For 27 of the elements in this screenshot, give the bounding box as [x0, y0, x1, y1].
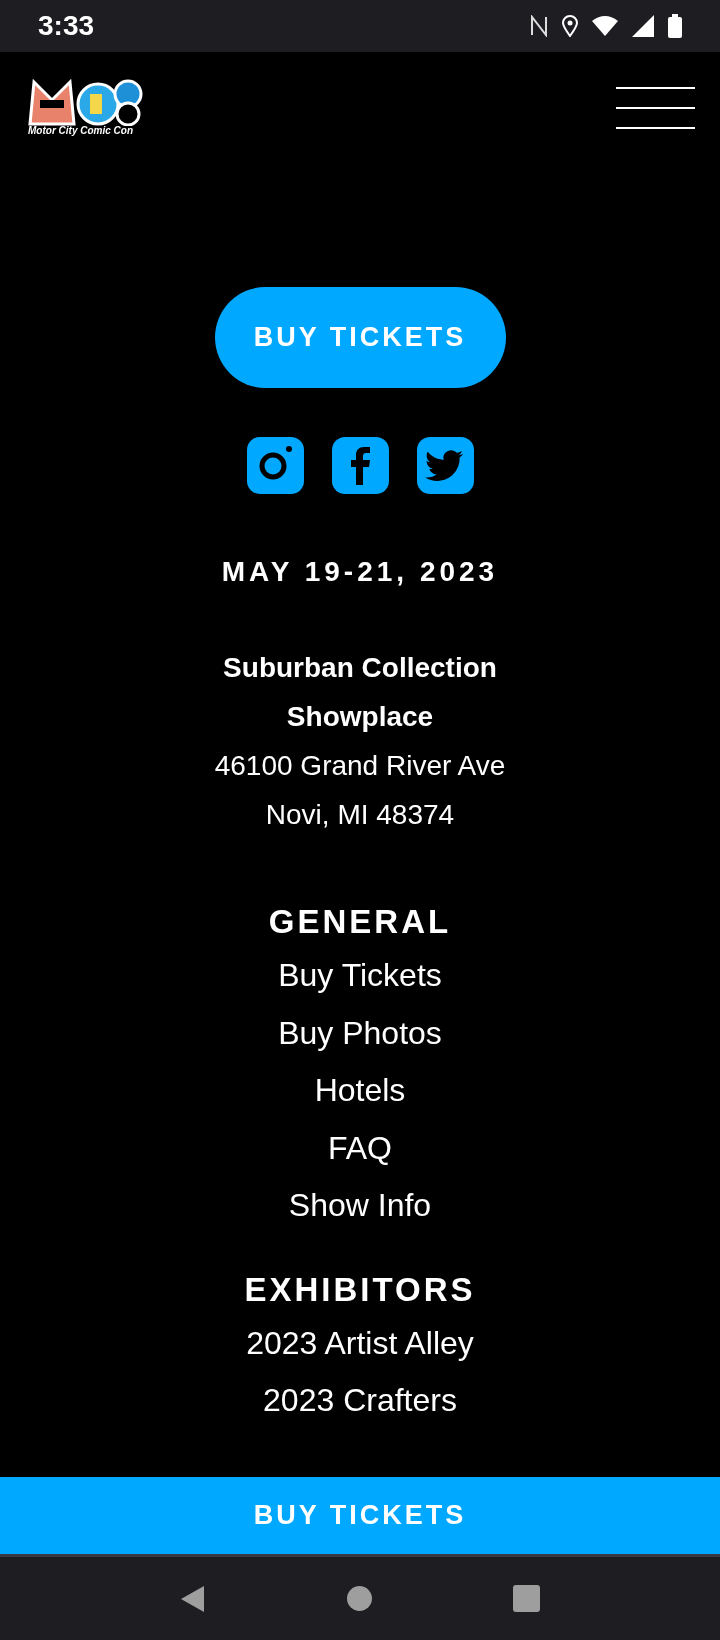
venue-street: 46100 Grand River Ave — [214, 749, 506, 783]
event-dates: MAY 19-21, 2023 — [221, 555, 499, 589]
back-icon[interactable] — [180, 1584, 207, 1613]
nfc-icon — [530, 15, 548, 37]
logo-tagline: Motor City Comic Con — [28, 126, 133, 136]
location-icon — [562, 15, 578, 37]
venue-city: Novi, MI 48374 — [265, 798, 455, 832]
footer-link[interactable]: 2023 Artist Alley — [246, 1314, 474, 1372]
footer-link[interactable]: Buy Tickets — [278, 947, 442, 1005]
facebook-icon[interactable] — [331, 437, 389, 494]
status-time: 3:33 — [38, 9, 95, 43]
section-heading: EXHIBITORS — [244, 1269, 476, 1310]
footer-link[interactable]: Hotels — [314, 1062, 406, 1120]
footer-link[interactable]: 2023 Crafters — [263, 1372, 457, 1430]
wifi-icon — [592, 16, 618, 36]
battery-icon — [668, 14, 682, 38]
venue-name: Suburban Collection Showplace — [222, 651, 498, 734]
twitter-icon[interactable] — [416, 437, 474, 494]
footer-link[interactable]: Buy Photos — [278, 1004, 442, 1062]
instagram-icon[interactable] — [246, 437, 304, 494]
menu-icon[interactable] — [616, 87, 695, 129]
footer-link[interactable]: FAQ — [328, 1119, 392, 1177]
signal-icon — [632, 15, 654, 37]
recents-icon[interactable] — [512, 1585, 540, 1612]
footer-link[interactable]: Show Info — [288, 1177, 432, 1235]
home-icon[interactable] — [347, 1586, 372, 1611]
section-heading: GENERAL — [268, 902, 452, 942]
